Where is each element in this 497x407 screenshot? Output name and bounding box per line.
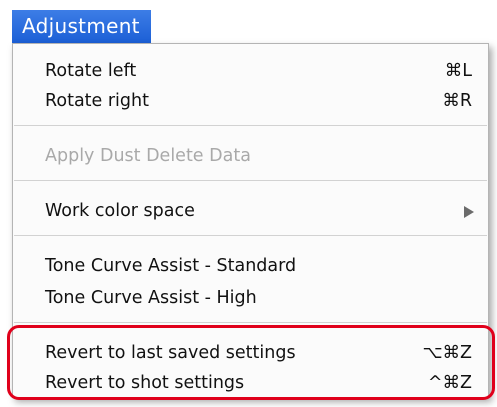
menu-item-shortcut: ⌘R <box>442 91 472 111</box>
menu-item-apply-dust-delete-data: Apply Dust Delete Data <box>13 141 488 171</box>
submenu-arrow-icon <box>464 206 474 218</box>
menu-item-label: Tone Curve Assist - High <box>45 288 257 308</box>
menu-item-tone-curve-assist-standard[interactable]: Tone Curve Assist - Standard <box>13 251 488 281</box>
menu-item-label: Revert to last saved settings <box>45 343 296 363</box>
menu-title-adjustment[interactable]: Adjustment <box>12 10 151 43</box>
menu-item-label: Apply Dust Delete Data <box>45 146 251 166</box>
menu-item-revert-to-last-saved-settings[interactable]: Revert to last saved settings ⌥⌘Z <box>13 338 488 368</box>
menu-separator <box>14 125 487 126</box>
menu-item-work-color-space[interactable]: Work color space <box>13 196 488 226</box>
menu-item-shortcut: ^⌘Z <box>427 373 472 393</box>
menu-separator <box>14 180 487 181</box>
menu-item-rotate-right[interactable]: Rotate right ⌘R <box>13 86 488 116</box>
menu-item-rotate-left[interactable]: Rotate left ⌘L <box>13 56 488 86</box>
adjustment-menu: Rotate left ⌘L Rotate right ⌘R Apply Dus… <box>12 43 489 398</box>
menu-item-label: Rotate left <box>45 61 137 81</box>
menu-item-shortcut: ⌘L <box>444 61 472 81</box>
menu-item-label: Work color space <box>45 201 195 221</box>
menu-item-label: Revert to shot settings <box>45 373 245 393</box>
menu-item-revert-to-shot-settings[interactable]: Revert to shot settings ^⌘Z <box>13 368 488 398</box>
menu-item-label: Rotate right <box>45 91 149 111</box>
menu-separator <box>14 235 487 236</box>
menu-separator <box>14 322 487 323</box>
menu-item-tone-curve-assist-high[interactable]: Tone Curve Assist - High <box>13 283 488 313</box>
menu-item-shortcut: ⌥⌘Z <box>422 343 472 363</box>
menu-item-label: Tone Curve Assist - Standard <box>45 256 297 276</box>
